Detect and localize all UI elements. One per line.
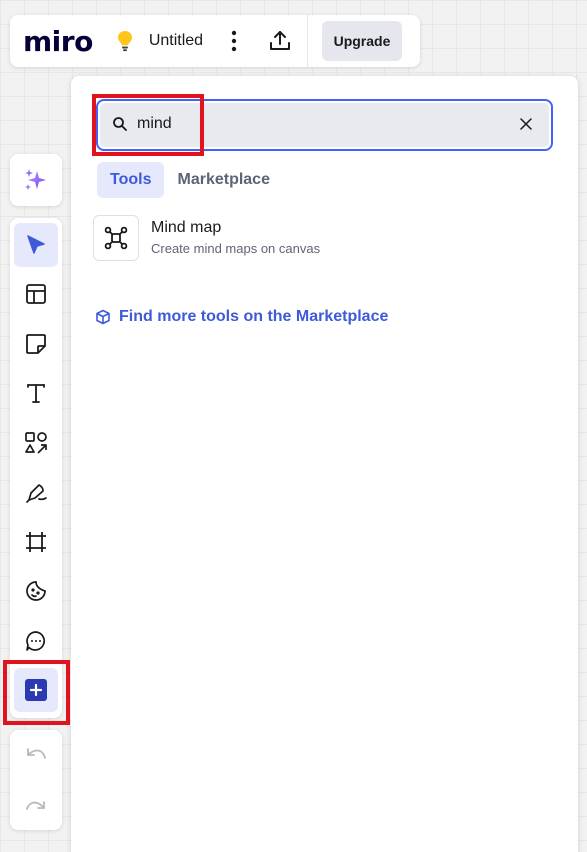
frame-icon <box>26 532 46 552</box>
sticky-note-icon <box>26 334 46 354</box>
sticky-note-tool[interactable] <box>14 322 58 366</box>
more-apps-tool[interactable] <box>14 668 58 712</box>
tab-tools[interactable]: Tools <box>97 162 165 198</box>
select-icon <box>27 235 45 254</box>
lightbulb-icon[interactable] <box>115 29 135 53</box>
board-menu-icon[interactable] <box>229 29 239 53</box>
result-description: Create mind maps on canvas <box>151 241 321 256</box>
ai-assist-button[interactable] <box>10 154 62 206</box>
undo-icon <box>27 748 46 759</box>
top-bar: miro Untitled Upgrade <box>10 15 420 67</box>
search-input[interactable] <box>137 111 497 137</box>
result-title: Mind map <box>151 219 222 236</box>
sparkle-icon <box>25 169 46 190</box>
more-apps-icon <box>25 679 47 701</box>
comment-tool[interactable] <box>14 619 58 663</box>
pen-icon <box>26 484 47 503</box>
board-title[interactable]: Untitled <box>149 32 203 50</box>
undo-button[interactable] <box>14 734 58 778</box>
redo-button[interactable] <box>14 782 58 826</box>
close-icon <box>520 118 532 130</box>
search-field <box>96 99 553 151</box>
result-mind-map[interactable]: Mind map Create mind maps on canvas <box>93 214 553 262</box>
search-tabs: Tools Marketplace <box>97 162 283 198</box>
emoji-icon <box>26 581 46 601</box>
emoji-tool[interactable] <box>14 569 58 613</box>
templates-tool[interactable] <box>14 272 58 316</box>
apps-search-panel: Tools Marketplace Mind map Create mind m… <box>71 76 578 852</box>
find-more-link[interactable]: Find more tools on the Marketplace <box>95 308 388 326</box>
export-icon[interactable] <box>267 28 293 54</box>
cube-icon <box>96 309 110 325</box>
templates-icon <box>26 284 46 304</box>
frame-tool[interactable] <box>14 520 58 564</box>
shapes-icon <box>25 432 47 454</box>
text-caret <box>203 114 204 135</box>
left-toolbar <box>10 218 62 718</box>
miro-logo[interactable]: miro <box>23 25 93 58</box>
search-box <box>100 103 549 147</box>
mind-map-icon <box>93 215 139 261</box>
search-icon <box>113 117 127 131</box>
history-toolbar <box>10 730 62 830</box>
shapes-tool[interactable] <box>14 421 58 465</box>
result-text: Mind map Create mind maps on canvas <box>151 218 320 258</box>
tab-marketplace[interactable]: Marketplace <box>164 162 283 198</box>
redo-icon <box>26 801 45 810</box>
header-divider <box>307 15 309 67</box>
pen-tool[interactable] <box>14 470 58 514</box>
clear-search-button[interactable] <box>517 115 535 133</box>
text-tool[interactable] <box>14 371 58 415</box>
find-more-label: Find more tools on the Marketplace <box>119 308 389 325</box>
select-tool[interactable] <box>14 223 58 267</box>
upgrade-button[interactable]: Upgrade <box>322 21 402 61</box>
comment-icon <box>26 631 45 651</box>
text-icon <box>27 384 45 403</box>
